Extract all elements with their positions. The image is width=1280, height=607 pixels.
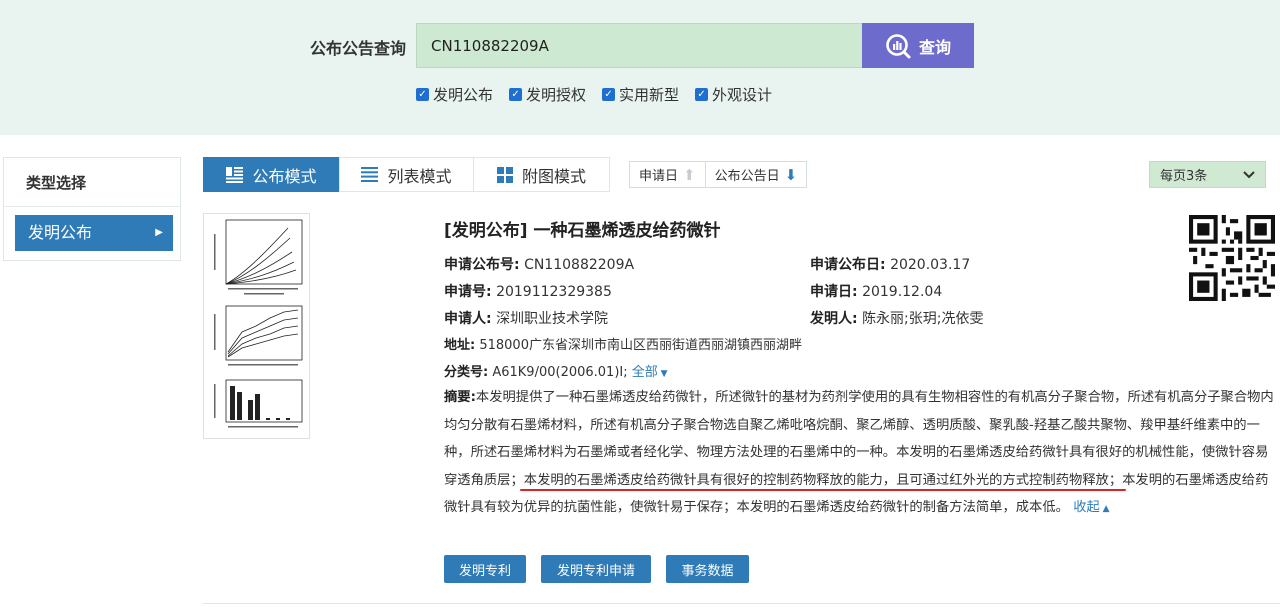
search-label: 公布公告查询 (310, 39, 407, 58)
grid-icon (496, 166, 513, 183)
invention-application-button[interactable]: 发明专利申请 (541, 555, 651, 583)
search-icon (886, 33, 911, 58)
patent-figure-thumbnail[interactable] (203, 213, 310, 439)
abstract-highlight: 本发明的石墨烯透皮给药微针具有很好的控制药物释放的能力，且可通过红外光的方式控制… (523, 472, 1123, 488)
application-date-field: 申请日: 2019.12.04 (810, 281, 942, 301)
checkbox-label: 发明授权 (526, 86, 587, 104)
transaction-data-button[interactable]: 事务数据 (666, 555, 749, 583)
field-value: 2020.03.17 (890, 257, 971, 273)
patent-figure-image (214, 219, 303, 428)
list-icon (361, 167, 379, 182)
sort-by-publication-date[interactable]: 公布公告日 ⬇ (704, 162, 807, 187)
checkbox-checked-icon: ✓ (602, 88, 616, 101)
button-label: 发明专利 (458, 563, 511, 579)
invention-patent-button[interactable]: 发明专利 (444, 555, 526, 583)
caret-down-icon: ▼ (657, 369, 668, 379)
field-value: A61K9/00(2006.01)I; (492, 365, 628, 380)
chevron-right-icon: ▶ (155, 227, 163, 238)
checkbox-invention-grant[interactable]: ✓ 发明授权 (509, 84, 586, 105)
collapse-link[interactable]: 收起 ▲ (1073, 500, 1109, 515)
search-button-label: 查询 (918, 37, 951, 57)
tab-publication-mode[interactable]: 公布模式 (203, 157, 340, 192)
checkbox-label: 发明公布 (433, 86, 494, 104)
field-value: 2019.12.04 (862, 284, 943, 300)
field-label: 申请人: (444, 311, 492, 327)
field-label: 发明人: (810, 311, 858, 327)
search-input[interactable] (416, 23, 863, 68)
type-sidebar: 类型选择 发明公布 ▶ (3, 157, 181, 261)
checkbox-design[interactable]: ✓ 外观设计 (695, 84, 772, 105)
abstract: 摘要:本发明提供了一种石墨烯透皮给药微针，所述微针的基材为药剂学使用的具有生物相… (444, 384, 1278, 524)
checkbox-utility-model[interactable]: ✓ 实用新型 (602, 84, 679, 105)
field-value: 2019112329385 (496, 284, 612, 300)
tab-label: 列表模式 (387, 166, 452, 186)
checkbox-label: 实用新型 (619, 86, 680, 104)
classification-expand-link[interactable]: 全部 ▼ (632, 365, 668, 380)
expand-label: 全部 (631, 365, 658, 380)
applicant-field: 申请人: 深圳职业技术学院 (444, 308, 608, 328)
type-checkboxes: ✓ 发明公布 ✓ 发明授权 ✓ 实用新型 ✓ 外观设计 (416, 84, 772, 105)
sidebar-item-label: 发明公布 (28, 223, 93, 242)
record-divider (203, 603, 1280, 604)
arrow-up-icon: ⬆ (683, 165, 696, 184)
sidebar-title: 类型选择 (26, 174, 87, 192)
sort-by-application-date[interactable]: 申请日 ⬆ (630, 162, 705, 187)
field-value: CN110882209A (524, 257, 635, 273)
search-button[interactable]: 查询 (862, 23, 974, 68)
field-label: 分类号: (444, 365, 489, 380)
publication-number-field: 申请公布号: CN110882209A (444, 254, 634, 274)
sort-label: 公布公告日 (714, 169, 780, 184)
search-panel: 公布公告查询 查询 ✓发明公布 ✓发明授权 ✓实用新型 ✓外观设计 (0, 0, 1280, 135)
per-page-value: 每页3条 (1160, 169, 1208, 184)
collapse-label: 收起 (1073, 500, 1100, 515)
field-value: 518000广东省深圳市南山区西丽街道西丽湖镇西丽湖畔 (479, 338, 802, 353)
inventor-field: 发明人: 陈永丽;张玥;冼依雯 (810, 308, 984, 328)
tab-list-mode[interactable]: 列表模式 (339, 157, 474, 192)
checkbox-checked-icon: ✓ (509, 88, 523, 101)
checkbox-checked-icon: ✓ (695, 88, 709, 101)
field-label: 申请日: (810, 284, 858, 300)
button-label: 发明专利申请 (556, 563, 635, 579)
checkbox-invention-publication[interactable]: ✓ 发明公布 (416, 84, 493, 105)
field-label: 申请号: (444, 284, 492, 300)
sort-group: 申请日 ⬆ 公布公告日 ⬇ (629, 161, 808, 188)
tab-label: 公布模式 (252, 166, 317, 186)
address-field: 地址: 518000广东省深圳市南山区西丽街道西丽湖镇西丽湖畔 (444, 334, 802, 353)
arrow-down-icon: ⬇ (784, 165, 798, 184)
field-value: 深圳职业技术学院 (496, 311, 609, 327)
tab-label: 附图模式 (521, 166, 586, 186)
classification-field: 分类号: A61K9/00(2006.01)I; 全部 ▼ (444, 361, 668, 380)
field-label: 申请公布日: (810, 257, 886, 273)
sidebar-divider (4, 206, 180, 207)
per-page-select[interactable]: 每页3条 (1149, 161, 1266, 188)
field-label: 申请公布号: (444, 257, 520, 273)
tab-figure-mode[interactable]: 附图模式 (473, 157, 610, 192)
field-label: 地址: (444, 338, 476, 353)
field-value: 陈永丽;张玥;冼依雯 (862, 311, 984, 327)
button-label: 事务数据 (681, 563, 734, 579)
publication-date-field: 申请公布日: 2020.03.17 (810, 254, 970, 274)
qr-code-image (1189, 215, 1275, 301)
caret-up-icon: ▲ (1099, 504, 1110, 514)
abstract-label: 摘要: (444, 390, 476, 405)
checkbox-label: 外观设计 (712, 86, 773, 104)
chevron-down-icon (1243, 170, 1255, 178)
application-number-field: 申请号: 2019112329385 (444, 281, 612, 301)
sidebar-item-invention-publication[interactable]: 发明公布 ▶ (15, 215, 173, 251)
list-detail-icon (226, 166, 244, 183)
record-title[interactable]: [发明公布] 一种石墨烯透皮给药微针 (444, 216, 720, 241)
sort-label: 申请日 (639, 169, 679, 184)
checkbox-checked-icon: ✓ (416, 88, 429, 101)
